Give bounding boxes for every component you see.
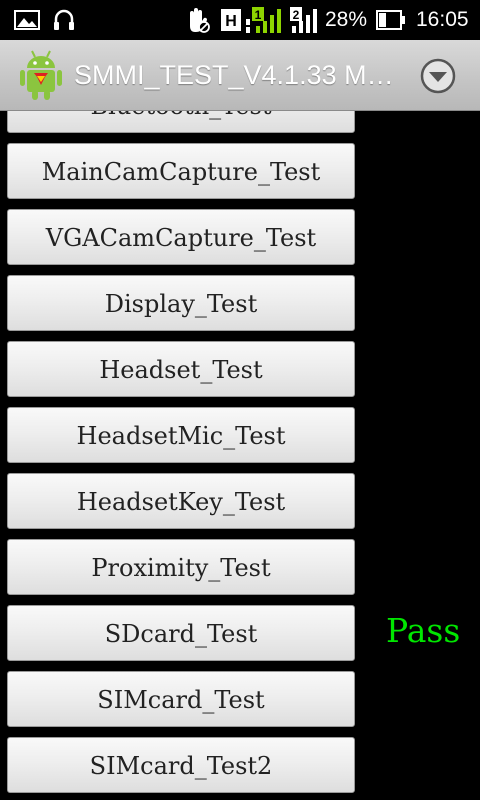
test-item-simcard2: SIMcard_Test2 — [0, 737, 480, 793]
test-list[interactable]: Bluetooth_Test MainCamCapture_Test VGACa… — [0, 111, 480, 800]
test-item-sdcard: SDcard_Test Pass — [0, 605, 480, 661]
svg-text:H: H — [225, 13, 237, 30]
touch-blocked-icon — [184, 0, 210, 40]
test-button-proximity[interactable]: Proximity_Test — [7, 539, 355, 595]
test-item-display: Display_Test — [0, 275, 480, 331]
signal-2-icon: 2 — [290, 0, 322, 40]
h-network-icon: H — [221, 0, 241, 40]
test-button-headset[interactable]: Headset_Test — [7, 341, 355, 397]
test-button-display[interactable]: Display_Test — [7, 275, 355, 331]
image-icon — [14, 0, 40, 40]
android-app-icon[interactable] — [18, 48, 64, 102]
signal-1-icon: 1 — [246, 0, 286, 40]
test-button-sdcard[interactable]: SDcard_Test — [7, 605, 355, 661]
test-item-headset-mic: HeadsetMic_Test — [0, 407, 480, 463]
test-button-bluetooth[interactable]: Bluetooth_Test — [7, 111, 355, 133]
app-title: SMMI_TEST_V4.1.33 MMI_TEST — [74, 60, 404, 90]
signal-slot-1-label: 1 — [255, 8, 262, 22]
test-item-simcard: SIMcard_Test — [0, 671, 480, 727]
battery-icon — [376, 0, 406, 40]
test-button-main-cam-capture[interactable]: MainCamCapture_Test — [7, 143, 355, 199]
test-item-bluetooth: Bluetooth_Test — [0, 111, 480, 133]
signal-slot-2-label: 2 — [293, 8, 300, 22]
test-button-headset-mic[interactable]: HeadsetMic_Test — [7, 407, 355, 463]
test-button-headset-key[interactable]: HeadsetKey_Test — [7, 473, 355, 529]
clock: 16:05 — [416, 8, 469, 31]
test-button-simcard2[interactable]: SIMcard_Test2 — [7, 737, 355, 793]
test-item-proximity: Proximity_Test — [0, 539, 480, 595]
test-item-vga-cam-capture: VGACamCapture_Test — [0, 209, 480, 265]
test-button-vga-cam-capture[interactable]: VGACamCapture_Test — [7, 209, 355, 265]
headset-icon — [52, 0, 76, 40]
battery-percent: 28% — [325, 8, 368, 31]
app-action-bar: SMMI_TEST_V4.1.33 MMI_TEST — [0, 40, 480, 111]
test-item-headset: Headset_Test — [0, 341, 480, 397]
test-item-main-cam-capture: MainCamCapture_Test — [0, 143, 480, 199]
test-button-simcard[interactable]: SIMcard_Test — [7, 671, 355, 727]
status-bar: H 1 2 28% 16:05 — [0, 0, 480, 40]
overflow-dropdown-icon[interactable] — [420, 58, 456, 94]
test-result-sdcard: Pass — [386, 611, 461, 650]
test-item-headset-key: HeadsetKey_Test — [0, 473, 480, 529]
